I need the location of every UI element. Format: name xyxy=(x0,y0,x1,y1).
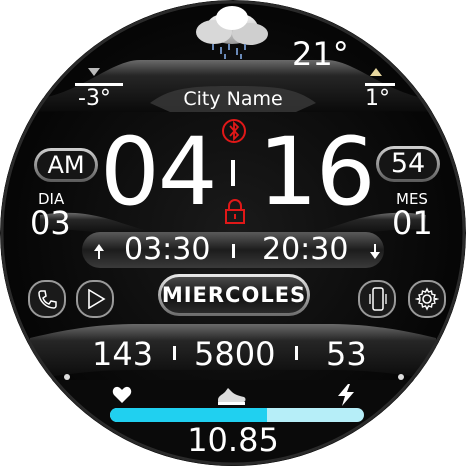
ampm-pill: AM xyxy=(34,148,98,182)
minutes: 16 xyxy=(258,118,376,227)
play-icon xyxy=(88,289,106,309)
heart-rate-value: 143 xyxy=(92,335,154,373)
seconds-pill: 54 xyxy=(376,146,440,182)
phone-vibrate-icon xyxy=(369,287,387,311)
sunset-time: 20:30 xyxy=(262,232,349,267)
dot-left xyxy=(64,374,70,380)
bolt-icon xyxy=(338,384,354,406)
sunrise-time: 03:30 xyxy=(124,232,211,267)
stats-divider-1 xyxy=(173,346,176,360)
battery-value: 53 xyxy=(326,335,367,373)
sun-divider xyxy=(232,244,235,258)
sneaker-icon xyxy=(218,388,246,405)
bluetooth-icon xyxy=(222,119,246,143)
progress-bar xyxy=(110,408,364,422)
hours: 04 xyxy=(100,118,218,227)
settings-button[interactable] xyxy=(408,280,446,318)
steps-value: 5800 xyxy=(194,335,276,373)
city-name: City Name xyxy=(183,88,283,110)
sunset-arrow-icon xyxy=(370,244,380,259)
ampm-label: AM xyxy=(47,151,85,179)
progress-fill xyxy=(110,408,267,422)
gear-icon xyxy=(415,287,439,311)
distance-value: 10.85 xyxy=(187,421,279,459)
heart-icon xyxy=(112,386,132,403)
phone-button[interactable] xyxy=(28,280,66,318)
time-separator xyxy=(231,160,235,186)
watch-face: 21° -3° 1° City Name AM 54 04 16 DIA 03 … xyxy=(0,0,466,466)
down-triangle-icon xyxy=(88,68,100,76)
lock-icon xyxy=(225,199,245,224)
current-temp: 21° xyxy=(292,35,349,73)
cloud-rain-icon xyxy=(196,6,268,59)
vibrate-button[interactable] xyxy=(358,280,396,318)
dot-right xyxy=(398,374,404,380)
sunrise-arrow-icon xyxy=(94,244,104,259)
stats-divider-2 xyxy=(295,346,298,360)
phone-icon xyxy=(38,290,57,309)
up-triangle-icon xyxy=(370,68,382,76)
day-value: 03 xyxy=(30,204,71,242)
weekday: MIERCOLES xyxy=(161,283,307,307)
seconds: 54 xyxy=(390,148,426,179)
weekday-pill: MIERCOLES xyxy=(158,274,310,316)
month-value: 01 xyxy=(392,204,433,242)
play-button[interactable] xyxy=(76,280,114,318)
